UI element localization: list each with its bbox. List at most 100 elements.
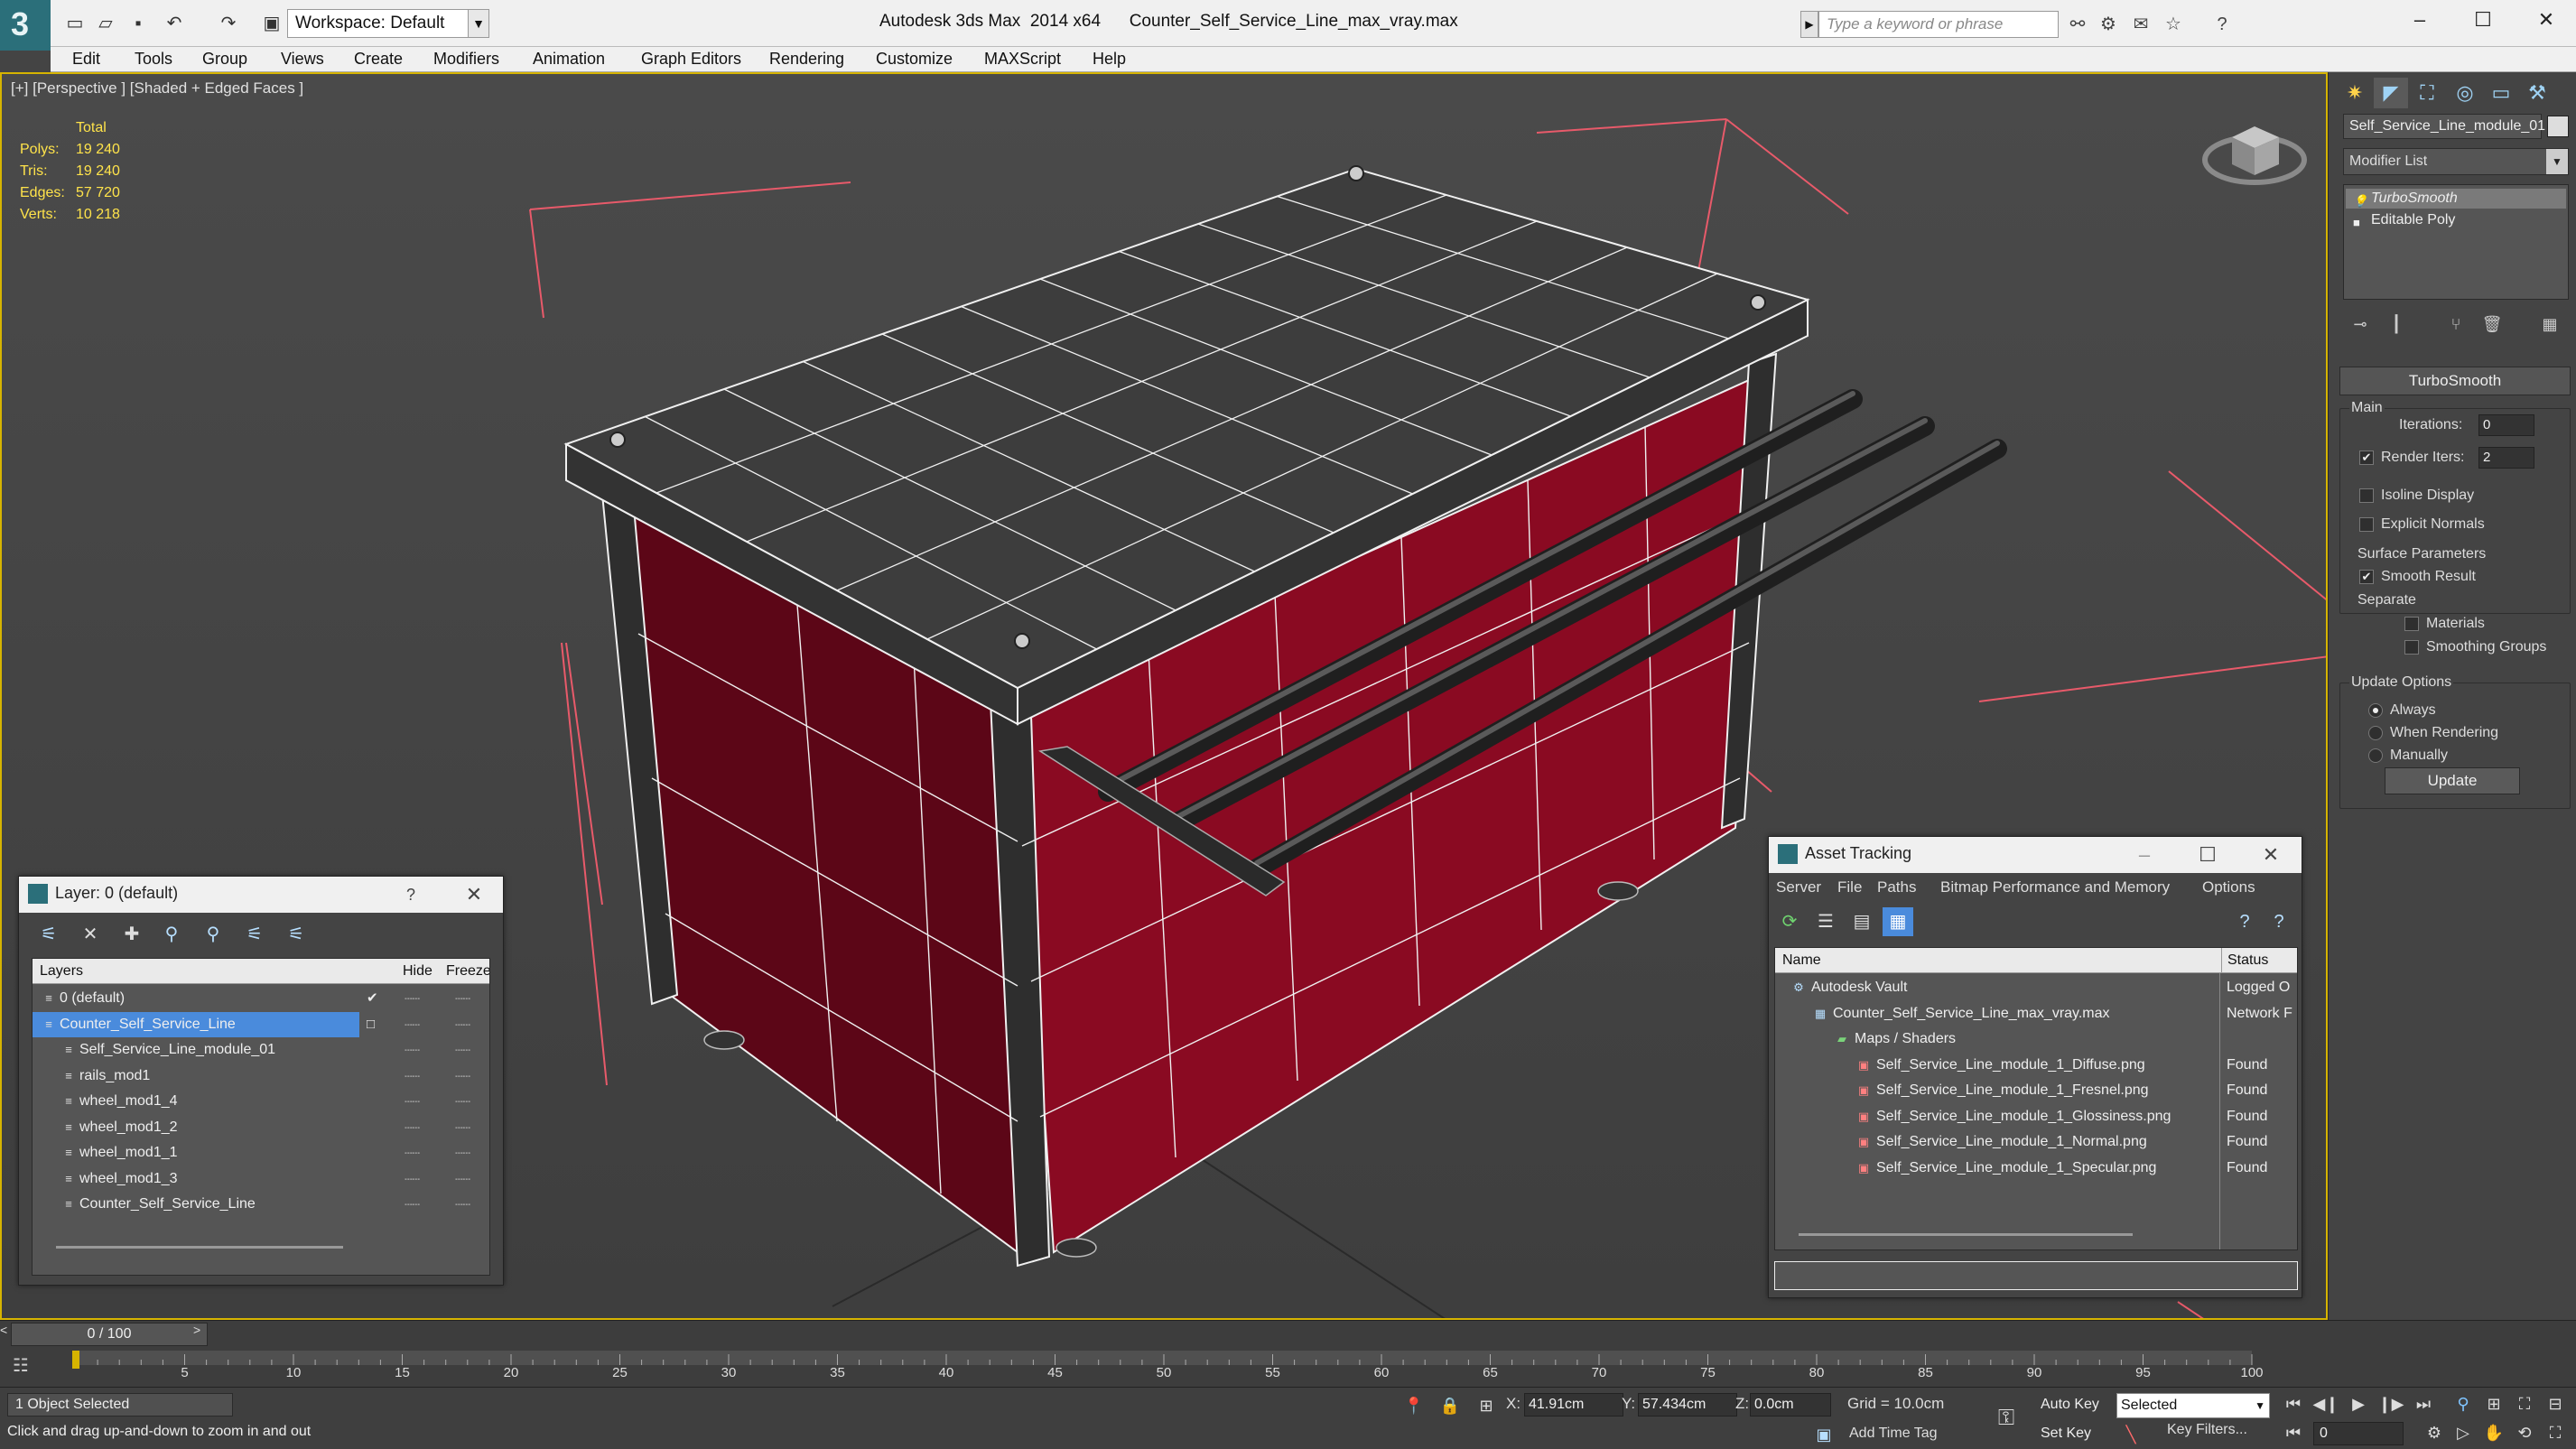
isolate-selection-icon[interactable]: 📍 [1400,1393,1428,1418]
asset-path-field[interactable] [1774,1261,2298,1290]
update-button[interactable]: Update [2385,767,2520,794]
layer-row[interactable]: ≡ wheel_mod1_3 ┄┄ ┄┄ [33,1166,489,1192]
default-tangents-icon[interactable]: ╲ [2116,1422,2145,1447]
asset-row[interactable]: ▦ Counter_Self_Service_Line_max_vray.max N… [1775,1001,2297,1026]
current-layer-check[interactable]: □ [367,1012,375,1037]
freeze-toggle-icon[interactable]: ┄┄ [455,1140,470,1166]
freeze-toggle-icon[interactable]: ┄┄ [455,1089,470,1114]
help-icon[interactable]: ? [393,880,429,909]
communication-icon[interactable]: ✉ [2127,11,2154,38]
freeze-toggle-icon[interactable]: ┄┄ [455,1115,470,1140]
freeze-toggle-icon[interactable]: ┄┄ [455,986,470,1011]
menu-maxscript[interactable]: MAXScript [984,47,1061,72]
workspace-menu-icon[interactable]: ▼ [468,9,489,38]
search-input[interactable]: Type a keyword or phrase [1818,11,2059,38]
layer-row[interactable]: ≡ rails_mod1 ┄┄ ┄┄ [33,1064,489,1089]
minimize-icon[interactable]: – [2393,5,2447,34]
track-bar[interactable]: ☷ 5 10 15 20 25 30 35 40 45 50 55 60 65 70 75 80 85 90 95 1… [0,1347,2576,1387]
lightbulb-icon[interactable]: 💡 [2353,191,2367,211]
asset-row[interactable]: ▣ Self_Service_Line_module_1_Glossiness.p… [1775,1104,2297,1129]
maximize-viewport-icon[interactable]: ⊟ [2541,1391,2570,1416]
expand-icon[interactable]: ■ [2353,213,2360,233]
asset-menu-server[interactable]: Server [1776,878,1821,896]
menu-group[interactable]: Group [202,47,247,72]
menu-create[interactable]: Create [354,47,403,72]
key-icon[interactable]: ⚿ [1992,1406,2021,1431]
hierarchy-tab-icon[interactable]: ⛶ [2410,78,2444,108]
hide-toggle-icon[interactable]: ┄┄ [405,1115,420,1140]
hide-toggle-icon[interactable]: ┄┄ [405,1089,420,1114]
freeze-toggle-icon[interactable]: ┄┄ [455,1192,470,1217]
freeze-toggle-icon[interactable]: ┄┄ [455,1064,470,1089]
motion-tab-icon[interactable]: ◎ [2448,78,2482,108]
go-to-start-icon[interactable]: ⏮ [2279,1391,2308,1416]
time-config-icon[interactable]: ⚙ [2420,1420,2449,1445]
key-filters-button[interactable]: Key Filters... [2167,1422,2247,1438]
modify-tab-icon[interactable]: ◤ [2374,78,2408,108]
layer-row[interactable]: ≡ Counter_Self_Service_Line ┄┄ ┄┄ [33,1192,489,1217]
horizontal-scrollbar[interactable] [1799,1233,2133,1236]
search-expand-icon[interactable]: ▶ [1800,11,1818,38]
make-unique-icon[interactable]: ⑂ [2442,311,2469,338]
create-tab-icon[interactable]: ✷ [2338,78,2372,108]
smooth-result-checkbox[interactable]: ✔ [2359,570,2374,584]
iterations-spinner[interactable]: 0 [2478,414,2534,436]
when-rendering-radio[interactable] [2368,726,2383,740]
always-radio[interactable] [2368,703,2383,718]
viewcube[interactable] [2202,126,2307,185]
utilities-tab-icon[interactable]: ⚒ [2520,78,2554,108]
freeze-all-icon[interactable]: ⚟ [281,920,312,949]
undo-icon[interactable]: ↶ [163,13,186,34]
menu-tools[interactable]: Tools [135,47,172,72]
time-tag-icon[interactable]: ▣ [1809,1422,1838,1447]
next-frame-icon[interactable]: > [193,1323,204,1346]
menu-views[interactable]: Views [281,47,324,72]
show-end-result-icon[interactable]: ┃ [2383,311,2410,338]
hide-all-icon[interactable]: ⚟ [239,920,270,949]
render-iters-spinner[interactable]: 2 [2478,447,2534,469]
layer-row[interactable]: ≡ wheel_mod1_1 ┄┄ ┄┄ [33,1140,489,1166]
manually-radio[interactable] [2368,748,2383,763]
asset-row[interactable]: ▣ Self_Service_Line_module_1_Normal.png Fo… [1775,1129,2297,1155]
key-selection-dropdown[interactable]: Selected ▼ [2116,1393,2270,1418]
asset-row[interactable]: ▣ Self_Service_Line_module_1_Specular.png… [1775,1156,2297,1181]
freeze-toggle-icon[interactable]: ┄┄ [455,1012,470,1037]
zoom-icon[interactable]: ⚲ [2449,1391,2478,1416]
help-icon[interactable]: ? [2229,907,2260,936]
auto-key-button[interactable]: Auto Key [2041,1393,2113,1416]
hide-toggle-icon[interactable]: ┄┄ [405,1140,420,1166]
close-icon[interactable]: ✕ [2519,5,2573,34]
select-objects-icon[interactable]: ⚲ [156,920,187,949]
delete-layer-icon[interactable]: ✕ [75,920,106,949]
close-icon[interactable]: ✕ [2253,841,2289,869]
freeze-column-header[interactable]: Freeze [446,959,489,984]
minimize-icon[interactable]: – [2126,841,2162,869]
current-layer-check[interactable]: ✔ [367,986,378,1011]
zoom-all-icon[interactable]: ⊞ [2479,1391,2508,1416]
menu-modifiers[interactable]: Modifiers [433,47,499,72]
new-file-icon[interactable]: ▭ [63,13,87,34]
asset-row[interactable]: ⚙ Autodesk Vault Logged O [1775,975,2297,1000]
menu-customize[interactable]: Customize [876,47,953,72]
remove-modifier-icon[interactable]: 🗑 [2478,311,2506,338]
object-name-field[interactable]: Self_Service_Line_module_01 [2343,114,2545,139]
object-color-swatch[interactable] [2547,116,2569,137]
explicit-normals-checkbox[interactable] [2359,517,2374,532]
asset-menu-file[interactable]: File [1837,878,1862,896]
y-coordinate-field[interactable]: 57.434cm [1638,1393,1737,1416]
freeze-toggle-icon[interactable]: ┄┄ [455,1166,470,1192]
layers-column-header[interactable]: Layers [40,959,83,984]
name-column-header[interactable]: Name [1782,948,1821,973]
menu-help[interactable]: Help [1093,47,1126,72]
play-icon[interactable]: ▶ [2344,1391,2373,1416]
stack-item-editable-poly[interactable]: ■ Editable Poly [2346,210,2566,230]
new-layer-icon[interactable]: ⚟ [33,920,64,949]
time-slider[interactable]: 0 / 100 [11,1323,208,1346]
redo-icon[interactable]: ↷ [217,13,240,34]
render-iters-checkbox[interactable]: ✔ [2359,450,2374,465]
asset-row[interactable]: ▰ Maps / Shaders [1775,1026,2297,1052]
horizontal-scrollbar[interactable] [56,1246,343,1249]
highlight-selected-icon[interactable]: ⚲ [198,920,228,949]
previous-frame-icon[interactable]: < [0,1323,11,1346]
hide-toggle-icon[interactable]: ┄┄ [405,1192,420,1217]
